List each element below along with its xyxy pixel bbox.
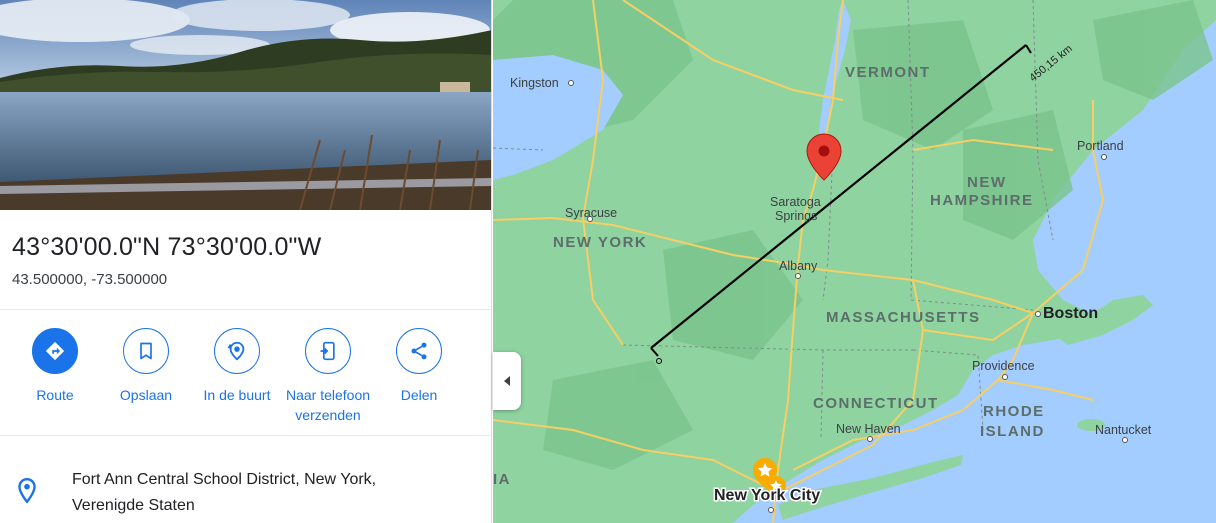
share-label: Delen <box>400 387 438 403</box>
route-button[interactable]: Route <box>5 328 105 405</box>
send-to-phone-label: Naar telefoon verzenden <box>278 385 378 425</box>
action-bar: Route Opslaan In de buurt Naar telefoon v… <box>0 328 491 428</box>
state-label-new-york: NEW YORK <box>553 234 647 251</box>
place-photo[interactable] <box>0 0 491 210</box>
save-label: Opslaan <box>119 387 173 403</box>
divider <box>0 435 491 436</box>
send-to-phone-label-line2: verzenden <box>295 407 361 423</box>
send-to-phone-button[interactable]: Naar telefoon verzenden <box>278 328 378 425</box>
state-label-new: NEW <box>967 174 1007 191</box>
nearby-icon <box>214 328 260 374</box>
save-button[interactable]: Opslaan <box>96 328 196 405</box>
nearby-button[interactable]: In de buurt <box>187 328 287 405</box>
state-label-vermont: VERMONT <box>845 64 931 81</box>
city-dot <box>867 436 873 442</box>
send-to-phone-label-line1: Naar telefoon <box>285 387 371 403</box>
location-pin-icon <box>14 477 40 510</box>
address-line2: Verenigde Staten <box>72 497 195 514</box>
state-label-rhode: RHODE <box>983 403 1045 420</box>
city-label-new-york-city: New York City <box>714 487 820 504</box>
city-label-kingston: Kingston <box>510 76 559 90</box>
state-label-hampshire: HAMPSHIRE <box>930 192 1034 209</box>
collapse-panel-button[interactable] <box>493 352 521 410</box>
city-label-new-haven: New Haven <box>836 422 901 436</box>
state-label-island: ISLAND <box>980 423 1045 440</box>
route-label: Route <box>36 387 74 403</box>
nearby-label: In de buurt <box>203 387 271 403</box>
page-title: 43°30'00.0"N 73°30'00.0"W <box>12 233 322 261</box>
city-dot <box>1101 154 1107 160</box>
city-label-albany: Albany <box>779 259 818 273</box>
city-label-nantucket: Nantucket <box>1095 423 1152 437</box>
address-line1: Fort Ann Central School District, New Yo… <box>72 471 377 488</box>
share-icon <box>396 328 442 374</box>
share-button[interactable]: Delen <box>369 328 469 405</box>
bookmark-icon <box>123 328 169 374</box>
state-label-connecticut: CONNECTICUT <box>813 395 939 412</box>
city-label-syracuse: Syracuse <box>565 206 617 220</box>
state-label-pennsylvania-partial: IA <box>493 471 511 488</box>
state-label-massachusetts: MASSACHUSETTS <box>826 309 981 326</box>
city-label-saratoga: Saratoga <box>770 195 821 209</box>
place-panel: 43°30'00.0"N 73°30'00.0"W 43.500000, -73… <box>0 0 492 523</box>
map-canvas[interactable]: 450,15 km VERMONT NEW HAMPSHIRE NEW YORK… <box>493 0 1216 523</box>
city-dot <box>568 80 574 86</box>
city-dot <box>1035 311 1041 317</box>
directions-icon <box>32 328 78 374</box>
address: Fort Ann Central School District, New Yo… <box>72 467 452 519</box>
divider <box>0 309 491 310</box>
city-dot <box>1122 437 1128 443</box>
chevron-left-icon <box>504 376 510 386</box>
city-label-portland: Portland <box>1077 139 1124 153</box>
city-dot <box>768 507 774 513</box>
city-dot <box>795 273 801 279</box>
decimal-coordinates: 43.500000, -73.500000 <box>12 271 168 288</box>
city-label-providence: Providence <box>972 359 1035 373</box>
city-label-boston: Boston <box>1043 305 1098 322</box>
city-dot <box>1002 374 1008 380</box>
send-to-phone-icon <box>305 328 351 374</box>
city-label-springs: Springs <box>775 209 817 223</box>
